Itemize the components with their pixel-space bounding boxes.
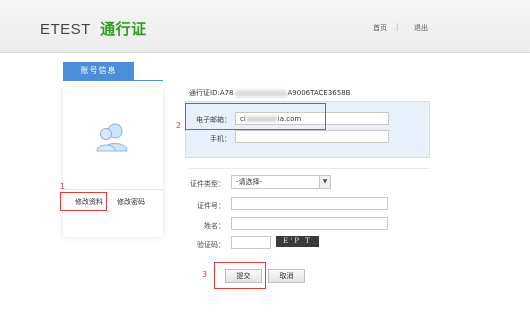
- brand-latin: ETEST: [40, 21, 91, 38]
- id-type-select[interactable]: -请选择- ▼: [231, 175, 331, 189]
- tab-underline: [63, 80, 163, 81]
- highlight-box-email: [185, 103, 326, 130]
- card-divider: [63, 189, 163, 190]
- captcha-label: 验证码：: [197, 241, 225, 249]
- chevron-down-icon[interactable]: ▼: [319, 176, 330, 188]
- passport-id-suffix: A9006TACE3658B: [287, 89, 351, 97]
- passport-id-prefix: 通行证ID:A78: [189, 89, 234, 97]
- cancel-button[interactable]: 取消: [268, 269, 305, 283]
- user-group-icon: [93, 117, 133, 157]
- id-number-label: 证件号：: [197, 202, 225, 210]
- id-type-value: -请选择-: [236, 178, 263, 186]
- top-bar: ETEST 通行证 首页 | 退出: [0, 0, 530, 53]
- nav-separator: |: [396, 23, 399, 31]
- annotation-number-1: 1: [60, 182, 66, 191]
- tab-account-info[interactable]: 账号信息: [63, 62, 134, 80]
- passport-id: 通行证ID:A78 A9006TACE3658B: [189, 88, 350, 98]
- id-type-label: 证件类型：: [190, 180, 225, 188]
- name-label: 姓名：: [204, 222, 225, 230]
- brand-logo: ETEST 通行证: [40, 18, 147, 39]
- highlight-box-edit-profile: [60, 192, 107, 211]
- annotation-number-3: 3: [202, 270, 208, 279]
- nav-logout-link[interactable]: 退出: [414, 23, 428, 33]
- section-divider: [189, 168, 429, 169]
- annotation-number-2: 2: [176, 121, 182, 130]
- phone-field[interactable]: [235, 130, 389, 143]
- change-password-link[interactable]: 修改密码: [117, 197, 145, 207]
- redacted-mask: [234, 89, 287, 97]
- phone-label: 手机：: [210, 135, 231, 143]
- highlight-box-submit: [214, 262, 266, 289]
- captcha-field[interactable]: [231, 236, 271, 249]
- id-number-field[interactable]: [231, 197, 388, 210]
- name-field[interactable]: [231, 217, 388, 230]
- nav-home-link[interactable]: 首页: [373, 23, 387, 33]
- profile-card: 修改资料 修改密码: [63, 87, 163, 237]
- brand-cn: 通行证: [100, 20, 147, 38]
- captcha-image[interactable]: E'P T: [276, 236, 319, 247]
